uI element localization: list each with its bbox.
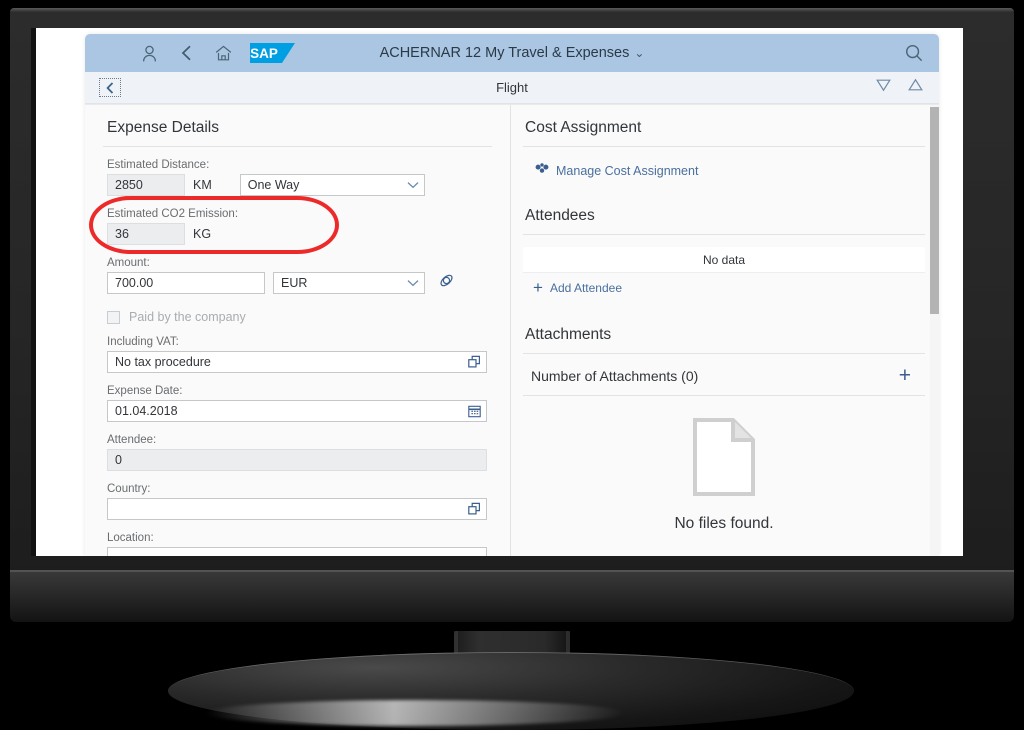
cost-attachments-panel: Cost Assignment Manage Cost Assignment A… [511, 105, 939, 556]
shell-bar-title-text: ACHERNAR 12 My Travel & Expenses [379, 45, 630, 61]
shell-bar: SAP ACHERNAR 12 My Travel & Expenses ⌄ [85, 34, 939, 72]
add-attachment-button[interactable]: + [899, 365, 911, 386]
amount-label: Amount: [107, 257, 150, 269]
page-title: Flight [496, 80, 528, 95]
currency-select[interactable]: EUR [273, 272, 425, 294]
including-vat-value: No tax procedure [115, 355, 211, 369]
value-help-icon[interactable] [468, 502, 481, 516]
expense-date-label: Expense Date: [107, 385, 183, 397]
expense-date-row: 01.04.2018 [103, 400, 492, 422]
including-vat-input[interactable]: No tax procedure [107, 351, 487, 373]
monitor-bezel-highlight [10, 8, 1014, 12]
content-scrollbar-track[interactable] [930, 105, 939, 556]
attendee-row: 0 [103, 449, 492, 471]
estimated-distance-row: 2850 KM One Way [103, 174, 492, 196]
co2-emission-input[interactable]: 36 [107, 223, 185, 245]
chevron-down-icon[interactable] [407, 181, 419, 189]
amount-row: 700.00 EUR [103, 272, 492, 294]
monitor-screen: SAP ACHERNAR 12 My Travel & Expenses ⌄ F… [36, 28, 963, 556]
co2-unit-label: KG [193, 227, 212, 241]
attendee-label: Attendee: [107, 434, 157, 446]
page-header-actions [876, 78, 927, 97]
country-row [103, 498, 492, 520]
amount-input[interactable]: 700.00 [107, 272, 265, 294]
country-input[interactable] [107, 498, 487, 520]
paid-by-company-checkbox[interactable] [107, 310, 120, 324]
trip-type-value: One Way [247, 178, 300, 192]
add-attendee-label: Add Attendee [549, 280, 623, 295]
page-back-button[interactable] [99, 78, 121, 97]
country-label: Country: [107, 483, 151, 495]
attendee-input[interactable]: 0 [107, 449, 487, 471]
including-vat-label: Including VAT: [107, 336, 179, 348]
estimated-distance-label: Estimated Distance: [107, 159, 210, 171]
plus-icon: + [533, 278, 543, 297]
page-content: Expense Details Estimated Distance: 2850… [85, 104, 939, 556]
manage-cost-assignment-label: Manage Cost Assignment [556, 164, 699, 178]
monitor-chin-line [10, 570, 1014, 572]
trip-type-select[interactable]: One Way [239, 174, 425, 196]
home-icon[interactable] [213, 43, 233, 63]
currency-conversion-icon[interactable] [439, 273, 454, 293]
add-attendee-button[interactable]: + Add Attendee [533, 279, 925, 296]
location-label: Location: [107, 532, 154, 544]
location-row [103, 547, 492, 556]
expand-triangle-icon[interactable] [908, 78, 923, 97]
sap-fiori-app: SAP ACHERNAR 12 My Travel & Expenses ⌄ F… [85, 34, 939, 556]
value-help-icon[interactable] [468, 355, 481, 369]
attachments-title: Attachments [523, 312, 925, 354]
page-sub-header: Flight [85, 72, 939, 104]
shell-bar-left-group: SAP [99, 43, 295, 63]
expense-date-input[interactable]: 01.04.2018 [107, 400, 487, 422]
currency-value: EUR [281, 276, 308, 290]
document-icon [693, 417, 755, 501]
expense-date-value: 01.04.2018 [115, 404, 178, 418]
chevron-down-icon[interactable]: ⌄ [634, 46, 644, 60]
content-scrollbar-thumb[interactable] [930, 107, 939, 314]
manage-cost-assignment-link[interactable]: Manage Cost Assignment [535, 163, 925, 179]
search-icon[interactable] [903, 42, 925, 64]
monitor-chin [10, 570, 1014, 622]
attachments-count-label: Number of Attachments (0) [531, 368, 699, 385]
expense-details-panel: Expense Details Estimated Distance: 2850… [85, 105, 510, 556]
attachments-empty-state: No files found. [523, 396, 925, 533]
collapse-triangle-icon[interactable] [876, 78, 891, 97]
monitor-base-gloss [205, 700, 625, 726]
cost-assignment-title: Cost Assignment [523, 105, 925, 147]
monitor-scene: SAP ACHERNAR 12 My Travel & Expenses ⌄ F… [0, 0, 1024, 730]
paid-by-company-label: Paid by the company [129, 310, 246, 324]
person-icon[interactable] [139, 43, 159, 63]
calendar-icon[interactable] [468, 405, 481, 418]
back-icon[interactable] [176, 43, 196, 63]
including-vat-row: No tax procedure [103, 351, 492, 373]
co2-emission-row: 36 KG [103, 223, 492, 245]
attendees-no-data-row: No data [523, 247, 925, 273]
cost-assignment-icon [535, 163, 549, 179]
attachments-header: Number of Attachments (0) + [523, 354, 925, 396]
chevron-down-icon[interactable] [407, 279, 419, 287]
no-files-text: No files found. [674, 514, 774, 532]
co2-emission-label: Estimated CO2 Emission: [107, 208, 239, 220]
sap-logo-text: SAP [250, 46, 278, 61]
attendees-title: Attendees [523, 193, 925, 235]
expense-details-title: Expense Details [103, 105, 492, 147]
estimated-distance-input[interactable]: 2850 [107, 174, 185, 196]
paid-by-company-row: Paid by the company [103, 310, 492, 324]
distance-unit-label: KM [193, 178, 212, 192]
sap-logo[interactable]: SAP [250, 43, 295, 63]
location-input[interactable] [107, 547, 487, 556]
